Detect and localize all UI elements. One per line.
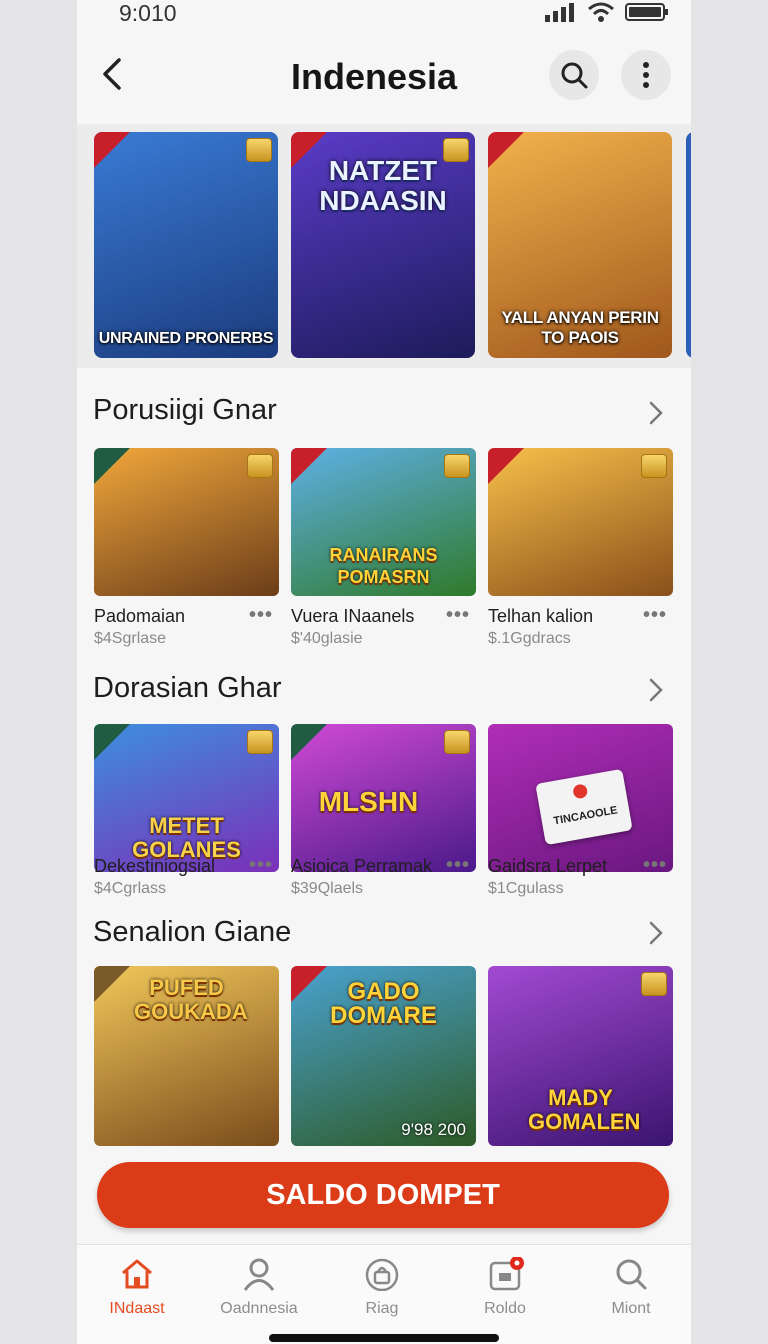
nav-label: INdaast (109, 1300, 165, 1317)
more-horizontal-icon[interactable]: ••• (643, 854, 667, 877)
chevron-right-icon[interactable] (647, 400, 665, 426)
featured-card-partial[interactable] (686, 132, 691, 358)
nav-label: Oadnnesia (220, 1300, 298, 1317)
notification-icon (489, 1256, 524, 1291)
card-footer-text: 9'98 200 (401, 1120, 466, 1139)
battery-icon (625, 3, 668, 21)
corner-tag (488, 132, 524, 168)
game-card[interactable]: GADO DOMARE 9'98 200 (291, 966, 476, 1146)
nav-item-bag[interactable]: Riag (322, 1257, 442, 1318)
section-title: Porusiigi Gnar (93, 394, 277, 426)
game-name[interactable]: Gaidsra Lerpet (488, 856, 607, 877)
game-name[interactable]: Vuera INaanels (291, 606, 414, 627)
game-card[interactable] (94, 448, 279, 596)
game-price: $1Cgulass (488, 880, 564, 897)
search-icon (561, 62, 588, 89)
badge-icon (641, 972, 667, 996)
game-price: $39Qlaels (291, 880, 364, 897)
game-price: $'40glasie (291, 630, 363, 647)
app-header: Indenesia (77, 40, 691, 120)
badge-icon (444, 730, 470, 754)
section-title: Dorasian Ghar (93, 672, 282, 704)
nav-label: Roldo (484, 1300, 526, 1317)
card-art-title: RANAIRANS POMASRN (329, 545, 438, 587)
game-price: $4Sgrlase (94, 630, 167, 647)
badge-text: TINCAOOLE (552, 804, 619, 828)
featured-card[interactable]: YALL ANYAN PERIN TO PAOIS (488, 132, 672, 358)
badge-icon (247, 454, 273, 478)
corner-tag (488, 448, 524, 484)
status-bar: 9:010 (77, 0, 691, 30)
game-name[interactable]: Asioica Perramak (291, 856, 432, 877)
lock-badge: TINCAOOLE (535, 768, 633, 846)
section-title: Senalion Giane (93, 916, 292, 948)
user-icon (243, 1258, 275, 1291)
more-horizontal-icon[interactable]: ••• (446, 854, 470, 877)
game-card[interactable]: METET GOLANES (94, 724, 279, 872)
featured-carousel[interactable]: UNRAINED PRONERBS NATZET NDAASIN YALL AN… (77, 124, 691, 368)
game-card[interactable]: MLSHN (291, 724, 476, 872)
featured-title: UNRAINED PRONERBS (98, 330, 274, 347)
chevron-right-icon[interactable] (647, 920, 665, 946)
badge-icon (246, 138, 272, 162)
nav-label: Miont (611, 1300, 651, 1317)
nav-item-home[interactable]: INdaast (77, 1257, 197, 1318)
nav-item-search[interactable]: Miont (571, 1257, 691, 1318)
corner-tag (291, 724, 327, 760)
corner-tag (94, 448, 130, 484)
wifi-icon (588, 2, 614, 22)
game-name[interactable]: Dekestiniogsial (94, 856, 215, 877)
more-options-button[interactable] (621, 50, 671, 100)
more-horizontal-icon[interactable]: ••• (643, 604, 667, 627)
search-icon (616, 1259, 647, 1290)
corner-tag (94, 724, 130, 760)
badge-icon (444, 454, 470, 478)
badge-icon (247, 730, 273, 754)
game-name[interactable]: Telhan kalion (488, 606, 593, 627)
game-price: $4Cgrlass (94, 880, 167, 897)
featured-title: NATZET NDAASIN (319, 155, 447, 216)
featured-card[interactable]: UNRAINED PRONERBS (94, 132, 278, 358)
more-horizontal-icon[interactable]: ••• (249, 854, 273, 877)
game-price: $.1Ggdracs (488, 630, 571, 647)
bottom-navigation: INdaast Oadnnesia Riag Roldo Miont (77, 1244, 691, 1344)
wallet-balance-button[interactable]: SALDO DOMPET (97, 1162, 669, 1228)
home-indicator[interactable] (269, 1334, 499, 1342)
home-icon (122, 1259, 152, 1289)
more-horizontal-icon[interactable]: ••• (249, 604, 273, 627)
nav-item-profile[interactable]: Oadnnesia (199, 1257, 319, 1318)
phone-screen: 9:010 Indenesia UNRAINED PRONERBS NATZET… (77, 0, 691, 1344)
signal-icon (545, 3, 574, 22)
corner-tag (291, 448, 327, 484)
corner-tag (94, 132, 130, 168)
game-card[interactable]: RANAIRANS POMASRN (291, 448, 476, 596)
card-art-title: PUFED GOUKADA (134, 975, 248, 1024)
badge-icon (641, 454, 667, 478)
card-art-title: GADO DOMARE (330, 978, 437, 1029)
card-art-title: MLSHN (318, 786, 419, 817)
featured-title: YALL ANYAN PERIN TO PAOIS (501, 308, 659, 347)
game-card[interactable]: MADY GOMALEN (488, 966, 673, 1146)
card-art-title: MADY GOMALEN (528, 1085, 641, 1134)
search-button[interactable] (549, 50, 599, 100)
game-card[interactable] (488, 448, 673, 596)
bag-icon (365, 1258, 399, 1292)
game-name[interactable]: Padomaian (94, 606, 185, 627)
game-card[interactable]: PUFED GOUKADA (94, 966, 279, 1146)
status-icons (545, 2, 669, 22)
game-card[interactable]: TINCAOOLE (488, 724, 673, 872)
nav-label: Riag (365, 1300, 399, 1317)
status-time: 9:010 (119, 0, 177, 26)
pin-icon (572, 783, 589, 800)
chevron-right-icon[interactable] (647, 677, 665, 703)
more-vertical-icon (643, 62, 649, 88)
more-horizontal-icon[interactable]: ••• (446, 604, 470, 627)
featured-card[interactable]: NATZET NDAASIN (291, 132, 475, 358)
nav-item-notifications[interactable]: Roldo (445, 1256, 565, 1318)
